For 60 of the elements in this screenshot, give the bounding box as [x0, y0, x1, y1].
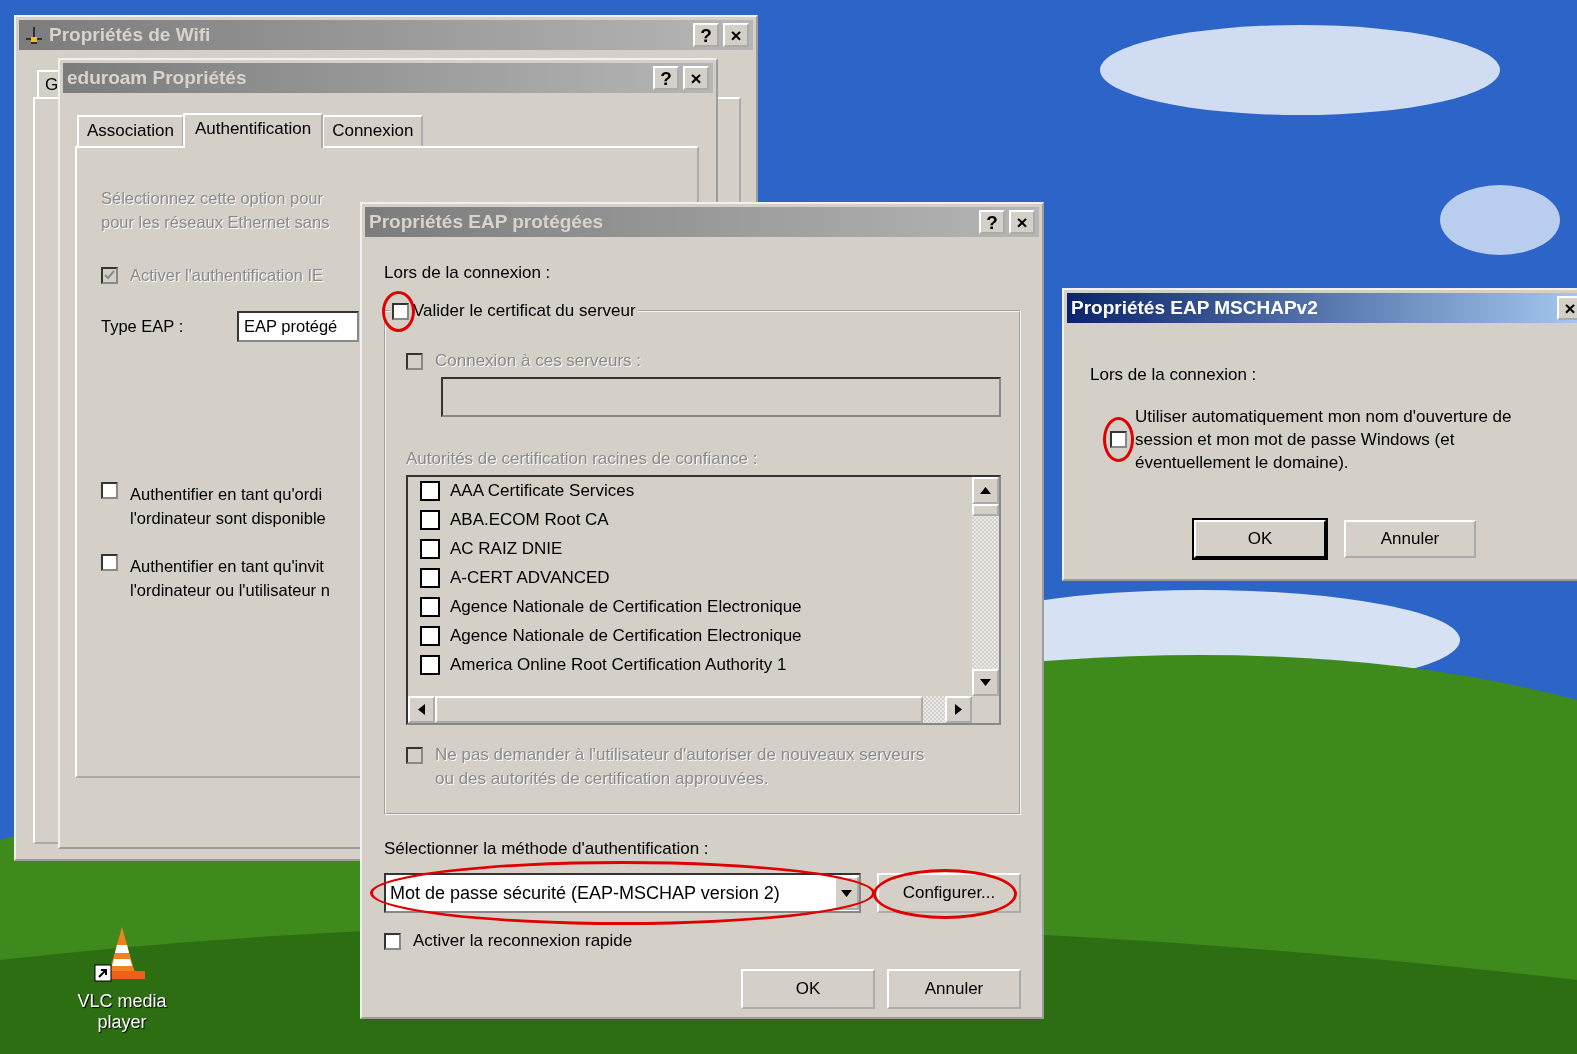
eap-type-field[interactable]: EAP protégé [237, 311, 359, 342]
servers-field[interactable] [441, 377, 1001, 417]
checkbox[interactable] [101, 482, 118, 499]
checkbox[interactable] [420, 626, 440, 646]
checkbox-label: Authentifier en tant qu'invit [130, 556, 324, 577]
checkbox-label: l'ordinateur ou l'utilisateur n [130, 580, 330, 601]
network-icon [23, 25, 45, 45]
window-title: Propriétés EAP MSCHAPv2 [1071, 297, 1319, 319]
list-item-label[interactable]: A-CERT ADVANCED [450, 568, 610, 588]
checkbox[interactable] [101, 554, 118, 571]
close-button[interactable]: × [1557, 296, 1577, 320]
window-title: Propriétés de Wifi [49, 24, 212, 46]
list-item-label[interactable]: America Online Root Certification Authority 1 [450, 655, 787, 675]
section-label: Lors de la connexion : [384, 263, 551, 283]
vertical-scrollbar[interactable] [972, 477, 999, 696]
checkbox[interactable] [420, 539, 440, 559]
list-item-label[interactable]: AC RAIZ DNIE [450, 539, 563, 559]
checkbox-label: l'ordinateur sont disponible [130, 508, 326, 529]
dialog-button[interactable]: Annuler [887, 969, 1021, 1009]
section-label: Autorités de certification racines de confiance : [406, 449, 759, 469]
tab[interactable]: G [37, 70, 61, 97]
configure-button[interactable]: Configurer... [877, 873, 1021, 913]
dialog-button[interactable]: OK [1194, 520, 1326, 558]
checkbox-label: Ne pas demander à l'utilisateur d'autoriser de nouveaux serveurs ou des autorités de certification approuvées. [435, 744, 925, 790]
checkbox-label: Authentifier en tant qu'ordi [130, 484, 323, 505]
window-title: Propriétés EAP protégées [369, 211, 605, 233]
checkbox-label: Activer l'authentification IE [130, 266, 323, 285]
scroll-down-icon[interactable] [972, 669, 999, 696]
checkbox[interactable] [420, 481, 440, 501]
list-item-label[interactable]: ABA.ECOM Root CA [450, 510, 609, 530]
description-text: Sélectionnez cette option pour [101, 188, 323, 209]
section-label: Lors de la connexion : [1090, 365, 1257, 385]
list-item-label[interactable]: Agence Nationale de Certification Electronique [450, 597, 802, 617]
field-label: Type EAP : [101, 317, 185, 336]
scroll-thumb[interactable] [972, 504, 999, 516]
scroll-up-icon[interactable] [972, 477, 999, 504]
checkbox-label: Utiliser automatiquement mon nom d'ouverture de session et mon mot de passe Windows (et éventuellement le domaine). [1135, 406, 1513, 474]
tab[interactable]: Connexion [322, 115, 424, 146]
dialog-button[interactable]: Annuler [1344, 520, 1476, 558]
checkbox[interactable] [420, 510, 440, 530]
section-label: Sélectionner la méthode d'authentification : [384, 839, 709, 859]
checkbox[interactable] [420, 597, 440, 617]
checkbox-label: Connexion à ces serveurs : [435, 351, 641, 371]
checkbox[interactable] [392, 302, 409, 320]
window-title: eduroam Propriétés [67, 67, 248, 89]
scroll-right-icon[interactable] [945, 696, 972, 723]
checkbox[interactable] [1110, 431, 1127, 448]
scroll-left-icon[interactable] [408, 696, 435, 723]
list-item-label[interactable]: Agence Nationale de Certification Electronique [450, 626, 802, 646]
desktop-icon-label[interactable]: VLC media player [62, 991, 182, 1033]
checkbox-label: Activer la reconnexion rapide [413, 931, 633, 951]
tab[interactable]: Authentification [182, 113, 324, 148]
checkbox[interactable] [420, 655, 440, 675]
description-text: pour les réseaux Ethernet sans [101, 212, 330, 233]
tab[interactable]: Association [77, 115, 184, 146]
checkbox[interactable] [384, 932, 401, 950]
list-item-label[interactable]: AAA Certificate Services [450, 481, 635, 501]
dialog-button[interactable]: OK [741, 969, 875, 1009]
checkbox[interactable] [420, 568, 440, 588]
method-dropdown[interactable]: Mot de passe sécurité (EAP-MSCHAP version 2) [384, 873, 861, 913]
